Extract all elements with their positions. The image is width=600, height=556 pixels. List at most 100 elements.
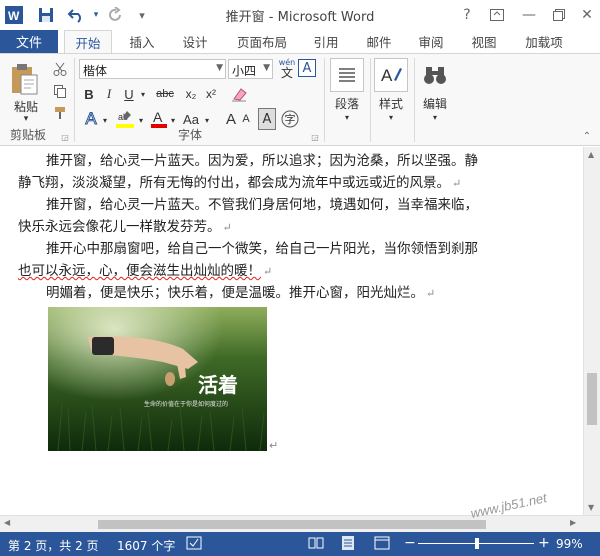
shrink-font-button[interactable]: A xyxy=(238,108,254,130)
font-name-value: 楷体 xyxy=(83,64,108,78)
binoculars-icon[interactable] xyxy=(418,58,452,92)
word-app-icon[interactable]: W xyxy=(4,5,24,25)
strikethrough-button[interactable]: abc xyxy=(152,84,178,104)
paragraph-mark-icon: ↵ xyxy=(452,177,462,190)
read-mode-icon[interactable] xyxy=(308,536,324,553)
superscript-button[interactable]: x² xyxy=(202,84,220,104)
zoom-slider-thumb[interactable] xyxy=(475,538,479,549)
zoom-level[interactable]: 99% xyxy=(556,537,583,551)
collapse-ribbon-icon[interactable]: ⌃ xyxy=(580,130,594,142)
paste-icon[interactable] xyxy=(6,60,42,96)
underline-button[interactable]: U xyxy=(120,84,138,104)
web-layout-icon[interactable] xyxy=(374,536,390,553)
minimize-button[interactable]: — xyxy=(518,4,540,26)
group-separator xyxy=(370,58,371,142)
font-color-dropdown-icon[interactable]: ▾ xyxy=(168,110,178,130)
proofing-icon[interactable] xyxy=(186,536,202,553)
copy-icon[interactable] xyxy=(50,82,70,100)
enclose-char-button[interactable]: 字 xyxy=(280,108,300,130)
editing-dropdown-icon[interactable]: ▾ xyxy=(430,112,440,122)
document-image[interactable]: 活着 生命的价值在于你是如何度过的 xyxy=(48,307,267,451)
subscript-button[interactable]: x₂ xyxy=(182,84,200,104)
line-text: 快乐永远会像花儿一样散发芬芳。 xyxy=(18,219,221,235)
line-text: 推开窗，给心灵一片蓝天。因为爱，所以追求；因为沧桑，所以坚强。静 xyxy=(46,153,478,169)
ribbon-display-options-button[interactable] xyxy=(486,4,508,26)
tab-view[interactable]: 视图 xyxy=(464,30,504,53)
font-color-icon[interactable]: A xyxy=(148,108,170,130)
undo-icon[interactable] xyxy=(66,5,86,25)
help-button[interactable]: ? xyxy=(456,4,478,26)
vertical-scroll-thumb[interactable] xyxy=(587,373,597,425)
clear-formatting-icon[interactable] xyxy=(228,84,250,104)
highlight-dropdown-icon[interactable]: ▾ xyxy=(136,110,146,130)
chevron-down-icon: ▼ xyxy=(263,63,270,73)
tab-mailings[interactable]: 邮件 xyxy=(359,30,399,53)
vertical-scrollbar[interactable]: ▲ ▼ xyxy=(583,147,600,515)
styles-icon[interactable]: A xyxy=(374,58,408,92)
close-button[interactable]: ✕ xyxy=(576,4,598,26)
text-effects-dropdown-icon[interactable]: ▾ xyxy=(100,110,110,130)
phonetic-guide-char: 文 xyxy=(280,66,293,80)
italic-button[interactable]: I xyxy=(100,84,118,104)
group-separator xyxy=(324,58,325,142)
save-icon[interactable] xyxy=(36,5,56,25)
customize-qat-icon[interactable]: ▾ xyxy=(132,5,152,25)
image-title: 活着 xyxy=(198,373,238,397)
print-layout-icon[interactable] xyxy=(340,535,356,554)
styles-dropdown-icon[interactable]: ▾ xyxy=(386,112,396,122)
tab-review[interactable]: 审阅 xyxy=(411,30,451,53)
document-area[interactable]: 推开窗，给心灵一片蓝天。因为爱，所以追求；因为沧桑，所以坚强。静 静飞翔，淡淡凝… xyxy=(0,147,583,515)
document-line: 也可以永远，心，便会滋生出灿灿的暖！ ↵ xyxy=(18,260,563,283)
line-text: 明媚着，便是快乐；快乐着，便是温暖。推开心窗，阳光灿烂。 xyxy=(46,285,424,301)
word-count[interactable]: 1607 个字 xyxy=(117,537,175,554)
scroll-right-icon[interactable]: ▶ xyxy=(570,518,576,527)
cut-icon[interactable] xyxy=(50,60,70,78)
zoom-in-button[interactable]: + xyxy=(538,535,550,551)
tab-home[interactable]: 开始 xyxy=(64,30,112,53)
clipboard-launcher-icon[interactable]: ◲ xyxy=(60,132,70,142)
character-shading-button[interactable]: A xyxy=(258,108,276,130)
phonetic-guide-button[interactable]: wén 文 xyxy=(276,57,298,81)
paste-dropdown-icon[interactable]: ▾ xyxy=(20,114,32,124)
paragraph-mark-icon: ↵ xyxy=(426,287,436,300)
tab-page-layout[interactable]: 页面布局 xyxy=(230,30,294,53)
enclose-characters-button[interactable]: A xyxy=(298,59,316,77)
tab-references[interactable]: 引用 xyxy=(306,30,346,53)
paste-button[interactable]: 粘贴 xyxy=(10,98,42,114)
paragraph-dropdown-icon[interactable]: ▾ xyxy=(342,112,352,122)
document-line: 明媚着，便是快乐；快乐着，便是温暖。推开心窗，阳光灿烂。 ↵ xyxy=(18,282,563,305)
paragraph-icon[interactable] xyxy=(330,58,364,92)
undo-dropdown-icon[interactable]: ▾ xyxy=(86,5,106,25)
paragraph-button[interactable]: 段落 xyxy=(328,94,366,112)
tab-insert[interactable]: 插入 xyxy=(122,30,162,53)
change-case-dropdown-icon[interactable]: ▾ xyxy=(202,110,212,130)
font-name-dropdown[interactable]: 楷体 ▼ xyxy=(79,59,226,79)
underline-dropdown-icon[interactable]: ▾ xyxy=(138,84,148,104)
clipboard-group-label: 剪贴板 xyxy=(10,128,47,142)
highlight-color-icon[interactable]: ab xyxy=(113,108,137,130)
font-group-label: 字体 xyxy=(178,128,203,142)
paragraph-mark-icon: ↵ xyxy=(222,221,232,234)
tab-addins[interactable]: 加载项 xyxy=(516,30,572,53)
zoom-out-button[interactable]: − xyxy=(404,535,416,551)
format-painter-icon[interactable] xyxy=(50,104,70,122)
bold-button[interactable]: B xyxy=(80,84,98,104)
scroll-down-icon[interactable]: ▼ xyxy=(588,503,594,512)
redo-icon[interactable] xyxy=(106,5,126,25)
paragraph-mark-icon: ↵ xyxy=(269,439,279,452)
ribbon-tabs: 文件 开始 插入 设计 页面布局 引用 邮件 审阅 视图 加载项 xyxy=(0,30,600,53)
horizontal-scroll-thumb[interactable] xyxy=(98,520,486,529)
scroll-left-icon[interactable]: ◀ xyxy=(4,518,10,527)
text-effects-button[interactable]: A xyxy=(80,108,102,130)
scroll-up-icon[interactable]: ▲ xyxy=(588,150,594,159)
tab-file[interactable]: 文件 xyxy=(0,30,58,53)
page-count[interactable]: 第 2 页，共 2 页 xyxy=(8,537,99,554)
styles-button[interactable]: 样式 xyxy=(372,94,410,112)
font-launcher-icon[interactable]: ◲ xyxy=(310,132,320,142)
restore-button[interactable] xyxy=(548,4,570,26)
tab-design[interactable]: 设计 xyxy=(175,30,215,53)
font-size-dropdown[interactable]: 小四 ▼ xyxy=(228,59,273,79)
horizontal-scrollbar[interactable]: ◀ ▶ xyxy=(0,515,600,532)
editing-button[interactable]: 编辑 xyxy=(416,94,454,112)
document-line: 快乐永远会像花儿一样散发芬芳。 ↵ xyxy=(18,216,563,239)
